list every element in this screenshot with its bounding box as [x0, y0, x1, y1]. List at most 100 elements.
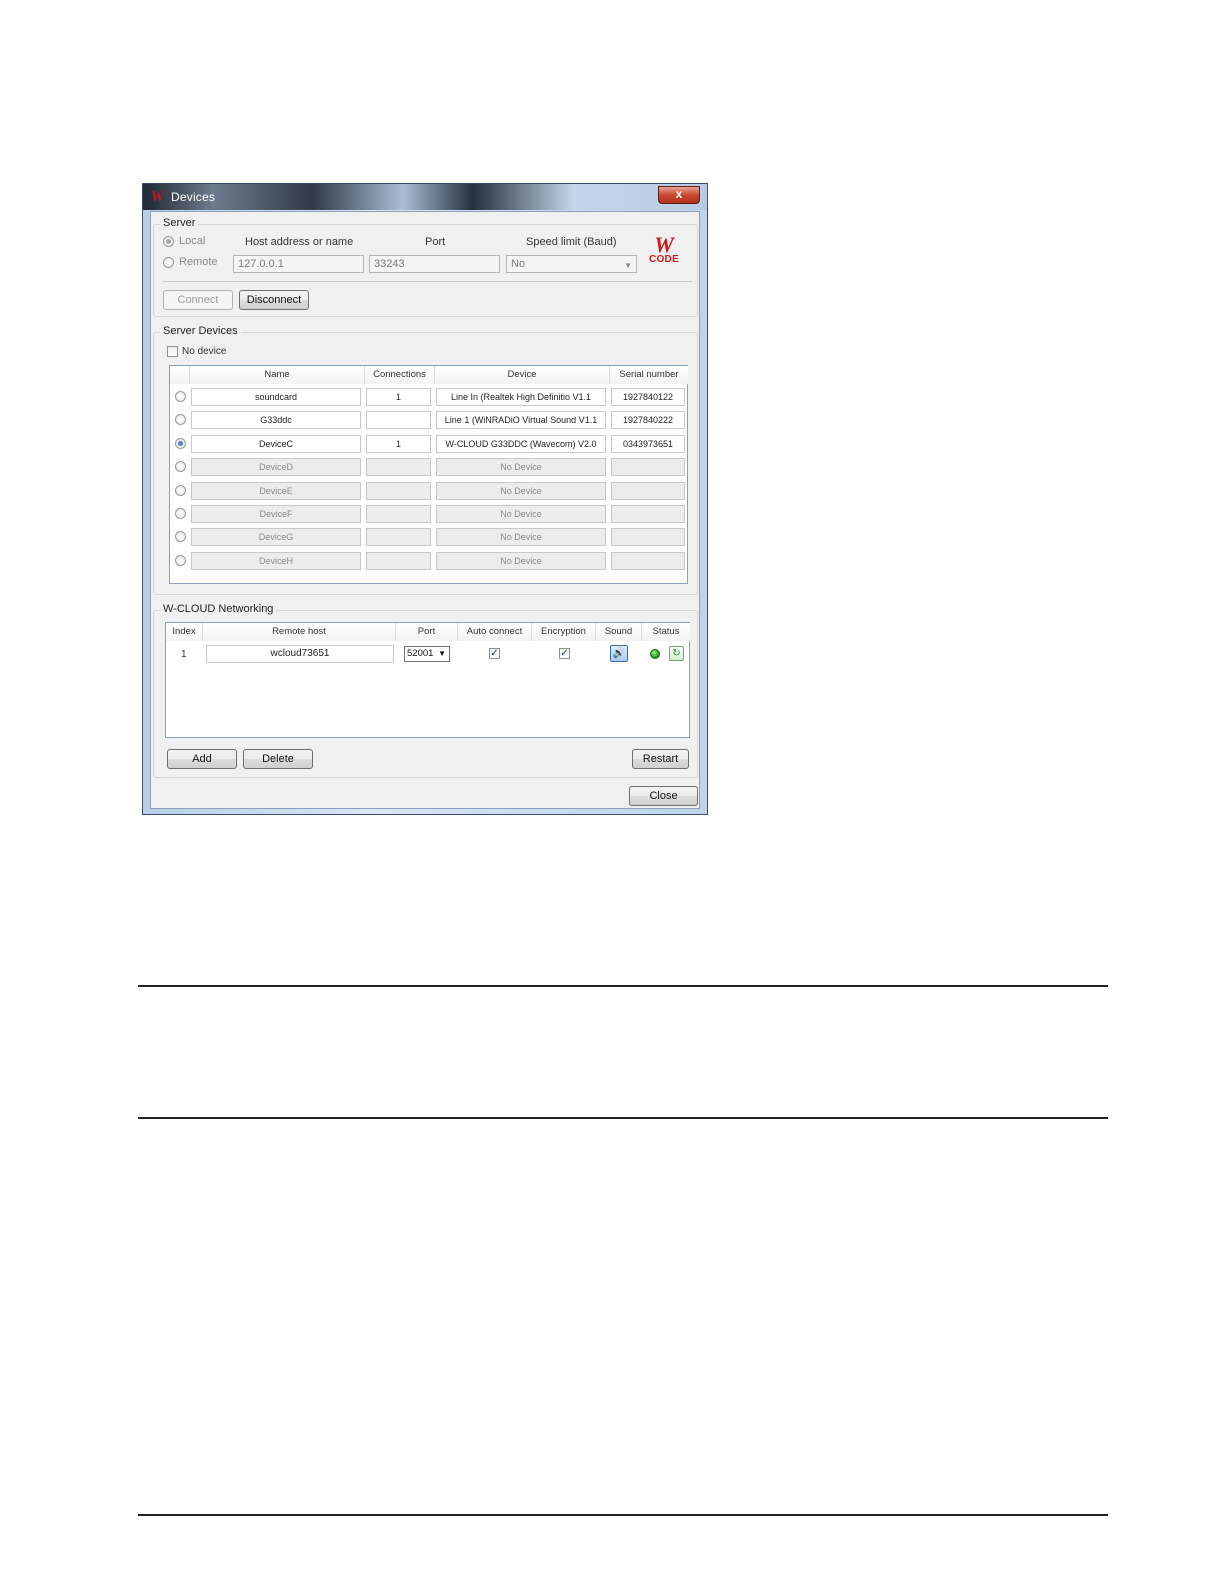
device-cell-device[interactable]: No Device — [436, 551, 606, 570]
encryption-checkbox[interactable]: ✓ — [559, 648, 570, 659]
server-divider — [163, 281, 692, 282]
speed-select[interactable]: No ▼ — [506, 255, 637, 273]
device-cell-connections[interactable] — [366, 528, 431, 547]
port-header: Port — [425, 236, 446, 248]
page-rule-top — [138, 985, 1108, 987]
device-select-radio[interactable] — [175, 391, 186, 402]
devices-window: W Devices x Server Local Remote Host add… — [142, 183, 708, 815]
device-select-radio[interactable] — [175, 531, 186, 543]
close-button[interactable]: Close — [629, 786, 698, 806]
refresh-icon[interactable]: ↻ — [669, 646, 684, 661]
device-table: Name Connections Device Serial number so… — [169, 365, 688, 584]
device-cell-serial[interactable]: 1927840222 — [611, 411, 685, 430]
device-cell-serial[interactable] — [611, 458, 685, 477]
host-header: Host address or name — [245, 236, 354, 248]
port-select[interactable]: 52001 ▼ — [404, 646, 450, 662]
auto-connect-checkbox[interactable]: ✓ — [489, 648, 500, 659]
add-button[interactable]: Add — [167, 749, 237, 769]
disconnect-button[interactable]: Disconnect — [239, 290, 309, 310]
no-device-label: No device — [182, 346, 227, 357]
window-title: Devices — [171, 190, 216, 204]
net-col-sound: Sound — [596, 623, 642, 641]
device-cell-connections[interactable] — [366, 505, 431, 523]
device-cell-name[interactable]: DeviceF — [191, 505, 361, 523]
chevron-down-icon: ▼ — [624, 261, 632, 270]
app-logo-icon: W — [151, 189, 165, 205]
local-radio[interactable] — [163, 236, 174, 247]
device-col-name: Name — [190, 366, 365, 384]
status-green-icon — [650, 649, 660, 659]
device-cell-serial[interactable] — [611, 481, 685, 500]
remote-label: Remote — [179, 256, 218, 268]
device-cell-serial[interactable] — [611, 528, 685, 547]
device-cell-device[interactable]: W-CLOUD G33DDC (Wavecom) V2.0 — [436, 434, 606, 453]
title-bar[interactable]: W Devices x — [143, 184, 707, 210]
server-group: Server Local Remote Host address or name… — [153, 217, 698, 317]
device-cell-connections[interactable]: 1 — [366, 388, 431, 406]
device-cell-device[interactable]: Line 1 (WiNRADiO Virtual Sound V1.1 — [436, 411, 606, 430]
device-cell-name[interactable]: DeviceE — [191, 481, 361, 500]
host-input[interactable]: 127.0.0.1 — [233, 255, 364, 273]
device-cell-serial[interactable] — [611, 551, 685, 570]
device-cell-device[interactable]: No Device — [436, 481, 606, 500]
net-col-encryption: Encryption — [532, 623, 596, 641]
device-cell-connections[interactable] — [366, 481, 431, 500]
device-cell-device[interactable]: Line In (Realtek High Definitio V1.1 — [436, 388, 606, 406]
net-col-remote-host: Remote host — [203, 623, 396, 641]
dialog-client: Server Local Remote Host address or name… — [150, 211, 700, 809]
delete-button[interactable]: Delete — [243, 749, 313, 769]
device-select-radio[interactable] — [175, 461, 186, 473]
server-devices-group: Server Devices No device Name Connection… — [153, 325, 698, 595]
no-device-checkbox[interactable] — [167, 346, 178, 357]
networking-label: W-CLOUD Networking — [160, 603, 277, 615]
device-cell-connections[interactable]: 1 — [366, 434, 431, 453]
remote-host-input[interactable]: wcloud73651 — [206, 645, 394, 663]
device-col-serial: Serial number — [610, 366, 688, 384]
net-col-auto-connect: Auto connect — [458, 623, 532, 641]
networking-table: Index Remote host Port Auto connect Encr… — [165, 622, 690, 738]
device-cell-connections[interactable] — [366, 411, 431, 430]
page-rule-middle — [138, 1117, 1108, 1119]
device-col-device: Device — [435, 366, 610, 384]
device-select-radio[interactable] — [175, 484, 186, 496]
device-cell-name[interactable]: DeviceD — [191, 458, 361, 477]
device-select-radio[interactable] — [175, 508, 186, 519]
device-select-radio[interactable] — [175, 414, 186, 426]
net-row-index: 1 — [181, 649, 187, 660]
device-cell-name[interactable]: G33ddc — [191, 411, 361, 430]
networking-group: W-CLOUD Networking Index Remote host Por… — [153, 603, 698, 778]
device-cell-connections[interactable] — [366, 551, 431, 570]
device-cell-serial[interactable]: 0343973651 — [611, 434, 685, 453]
server-devices-label: Server Devices — [160, 325, 241, 337]
port-select-value: 52001 — [407, 648, 434, 659]
speed-header: Speed limit (Baud) — [526, 236, 617, 248]
device-select-radio[interactable] — [175, 554, 186, 566]
device-cell-serial[interactable]: 1927840122 — [611, 388, 685, 406]
connect-button[interactable]: Connect — [163, 290, 233, 310]
logo-code: CODE — [648, 254, 680, 265]
device-cell-name[interactable]: soundcard — [191, 388, 361, 406]
device-cell-serial[interactable] — [611, 505, 685, 523]
net-col-status: Status — [642, 623, 690, 641]
window-close-button[interactable]: x — [658, 186, 700, 204]
net-col-index: Index — [166, 623, 203, 641]
chevron-down-icon: ▼ — [438, 649, 446, 658]
logo-w: W — [654, 232, 674, 257]
port-input[interactable]: 33243 — [369, 255, 500, 273]
device-select-radio[interactable] — [175, 437, 186, 449]
device-cell-connections[interactable] — [366, 458, 431, 477]
device-col-select — [170, 366, 190, 384]
restart-button[interactable]: Restart — [632, 749, 689, 769]
device-cell-name[interactable]: DeviceC — [191, 434, 361, 453]
speed-select-value: No — [511, 258, 526, 270]
device-cell-device[interactable]: No Device — [436, 505, 606, 523]
device-cell-device[interactable]: No Device — [436, 528, 606, 547]
speaker-icon[interactable]: 🔊 — [610, 645, 628, 662]
device-cell-name[interactable]: DeviceH — [191, 551, 361, 570]
device-cell-name[interactable]: DeviceG — [191, 528, 361, 547]
remote-radio[interactable] — [163, 257, 174, 268]
local-label: Local — [179, 235, 206, 247]
device-col-connections: Connections — [365, 366, 435, 384]
net-col-port: Port — [396, 623, 458, 641]
device-cell-device[interactable]: No Device — [436, 458, 606, 477]
